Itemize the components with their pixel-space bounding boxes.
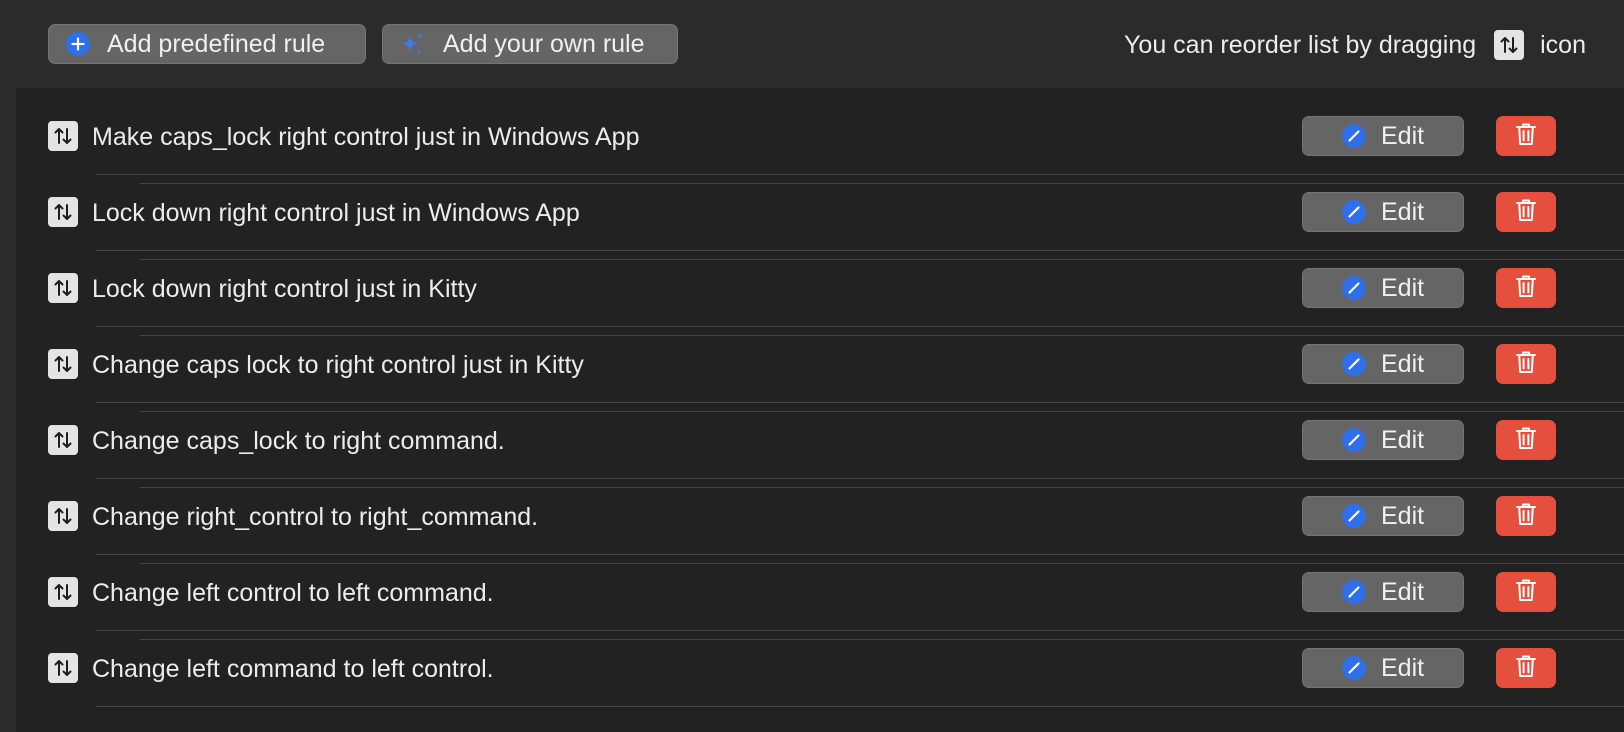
edit-button[interactable]: Edit [1302,496,1464,536]
rule-label: Change right_control to right_command. [92,503,539,531]
delete-button[interactable] [1496,192,1556,232]
row-divider [96,478,1624,479]
add-own-rule-button[interactable]: Add your own rule [382,24,678,64]
rule-row: Change right_control to right_command. E… [48,480,1624,564]
rules-window: Add predefined rule Add your own rule Yo… [0,0,1624,732]
plus-circle-icon [65,31,91,57]
edit-icon [1341,199,1367,225]
delete-button[interactable] [1496,116,1556,156]
add-predefined-rule-button[interactable]: Add predefined rule [48,24,366,64]
delete-button[interactable] [1496,648,1556,688]
delete-button[interactable] [1496,572,1556,612]
reorder-hint-suffix: icon [1540,30,1586,59]
add-own-rule-label: Add your own rule [443,29,645,58]
rule-row: Change caps lock to right control just i… [48,328,1624,412]
drag-handle-icon[interactable] [48,501,78,531]
row-divider [96,402,1624,403]
rule-label: Change caps lock to right control just i… [92,351,584,379]
delete-button[interactable] [1496,420,1556,460]
rule-row: Change left command to left control. Edi… [48,632,1624,708]
edit-label: Edit [1381,349,1425,378]
trash-icon [1515,349,1537,380]
delete-button[interactable] [1496,496,1556,536]
edit-button[interactable]: Edit [1302,648,1464,688]
drag-handle-icon[interactable] [48,197,78,227]
edit-label: Edit [1381,425,1425,454]
rule-row: Change left control to left command. Edi… [48,556,1624,640]
trash-icon [1515,501,1537,532]
edit-button[interactable]: Edit [1302,420,1464,460]
trash-icon [1515,273,1537,304]
row-divider [96,630,1624,631]
rule-row: Lock down right control just in Windows … [48,176,1624,260]
rule-label: Lock down right control just in Kitty [92,275,477,303]
row-divider [96,174,1624,175]
edit-button[interactable]: Edit [1302,192,1464,232]
delete-button[interactable] [1496,268,1556,308]
edit-icon [1341,427,1367,453]
edit-icon [1341,275,1367,301]
rule-row: Change caps_lock to right command. Edit [48,404,1624,488]
trash-icon [1515,425,1537,456]
edit-label: Edit [1381,577,1425,606]
edit-icon [1341,579,1367,605]
trash-icon [1515,577,1537,608]
rule-row: Lock down right control just in Kitty Ed… [48,252,1624,336]
rule-row: Make caps_lock right control just in Win… [48,100,1624,184]
add-predefined-rule-label: Add predefined rule [107,29,326,58]
edit-icon [1341,503,1367,529]
drag-handle-icon[interactable] [48,349,78,379]
delete-button[interactable] [1496,344,1556,384]
rule-label: Lock down right control just in Windows … [92,199,580,227]
edit-label: Edit [1381,121,1425,150]
rule-label: Make caps_lock right control just in Win… [92,123,640,151]
drag-handle-icon[interactable] [48,577,78,607]
edit-button[interactable]: Edit [1302,268,1464,308]
rule-label: Change left command to left control. [92,655,494,683]
edit-icon [1341,123,1367,149]
reorder-arrows-icon [1494,30,1525,60]
edit-button[interactable]: Edit [1302,572,1464,612]
drag-handle-icon[interactable] [48,425,78,455]
trash-icon [1515,653,1537,684]
row-divider [96,250,1624,251]
rule-label: Change caps_lock to right command. [92,427,505,455]
edit-button[interactable]: Edit [1302,344,1464,384]
edit-label: Edit [1381,501,1425,530]
reorder-hint-text: You can reorder list by dragging [1124,30,1477,59]
reorder-hint: You can reorder list by dragging icon [1124,28,1586,62]
edit-button[interactable]: Edit [1302,116,1464,156]
edit-label: Edit [1381,197,1425,226]
toolbar: Add predefined rule Add your own rule Yo… [0,0,1624,88]
row-divider [96,554,1624,555]
edit-icon [1341,655,1367,681]
sparkles-icon [399,30,427,58]
rule-label: Change left control to left command. [92,579,494,607]
row-divider [96,326,1624,327]
row-divider [96,706,1624,707]
drag-handle-icon[interactable] [48,121,78,151]
trash-icon [1515,121,1537,152]
drag-handle-icon[interactable] [48,273,78,303]
edit-icon [1341,351,1367,377]
trash-icon [1515,197,1537,228]
edit-label: Edit [1381,273,1425,302]
edit-label: Edit [1381,653,1425,682]
drag-handle-icon[interactable] [48,653,78,683]
